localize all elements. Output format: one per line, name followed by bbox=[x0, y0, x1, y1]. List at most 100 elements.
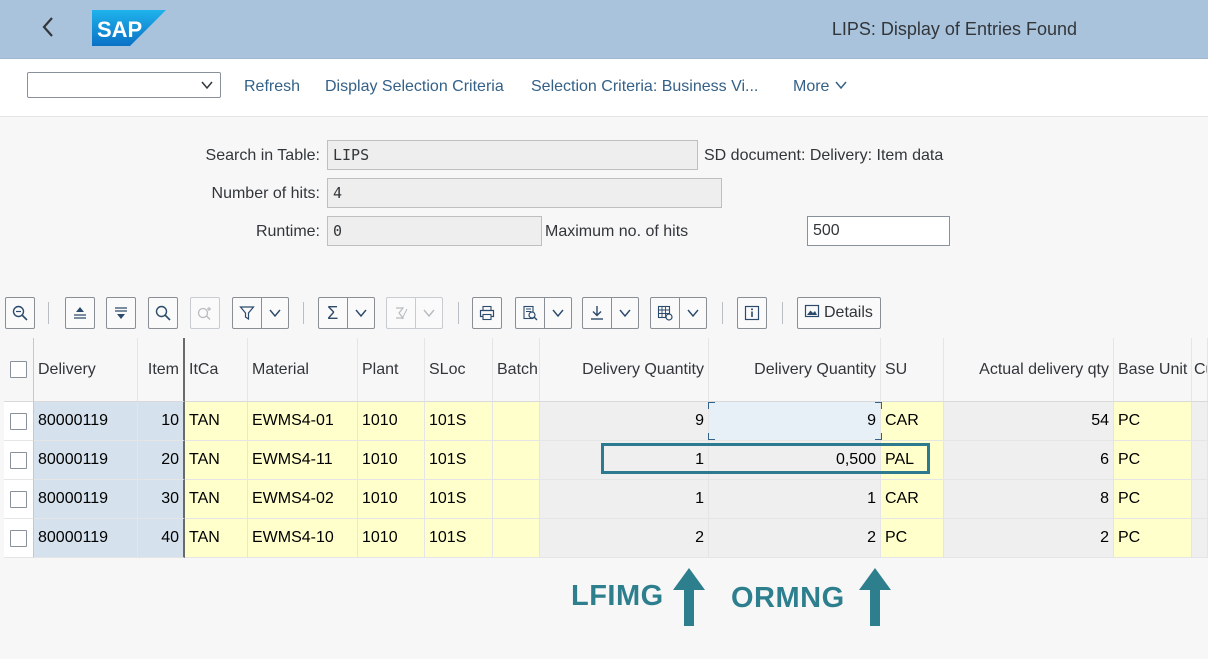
cell-dq1[interactable]: 9 bbox=[540, 402, 709, 441]
cell-dq1[interactable]: 2 bbox=[540, 519, 709, 558]
row-checkbox[interactable] bbox=[10, 451, 27, 469]
find-next-button[interactable] bbox=[190, 297, 220, 329]
cell-su[interactable]: PAL bbox=[881, 441, 944, 480]
row-checkbox[interactable] bbox=[10, 490, 27, 508]
hits-label: Number of hits: bbox=[211, 185, 320, 202]
details-button[interactable]: Details bbox=[797, 297, 881, 329]
col-batch[interactable]: Batch bbox=[493, 338, 540, 402]
cell-plant[interactable]: 1010 bbox=[358, 519, 425, 558]
max-hits-label: Maximum no. of hits bbox=[545, 223, 689, 240]
cell-base-unit[interactable]: PC bbox=[1114, 480, 1192, 519]
cell-actual[interactable]: 6 bbox=[944, 441, 1114, 480]
cell-material[interactable]: EWMS4-10 bbox=[248, 519, 358, 558]
max-hits-input[interactable]: 500 bbox=[807, 216, 950, 246]
cell-sloc[interactable]: 101S bbox=[425, 480, 493, 519]
cell-dq1[interactable]: 1 bbox=[540, 480, 709, 519]
table-row[interactable]: 80000119 30 TAN EWMS4-02 1010 101S 1 1 CAR 8 PC bbox=[4, 480, 1208, 519]
cell-itca[interactable]: TAN bbox=[185, 519, 248, 558]
cell-itca[interactable]: TAN bbox=[185, 402, 248, 441]
col-delivery-quantity-2[interactable]: Delivery Quantity bbox=[709, 338, 881, 402]
filter-button[interactable] bbox=[232, 297, 289, 329]
cell-plant[interactable]: 1010 bbox=[358, 480, 425, 519]
cell-sloc[interactable]: 101S bbox=[425, 441, 493, 480]
col-actual-delivery-qty[interactable]: Actual delivery qty bbox=[944, 338, 1114, 402]
cell-batch[interactable] bbox=[493, 480, 540, 519]
back-button[interactable] bbox=[34, 14, 62, 44]
cell-item[interactable]: 10 bbox=[138, 402, 185, 441]
print-preview-button[interactable] bbox=[515, 297, 572, 329]
select-all-checkbox[interactable] bbox=[10, 361, 27, 378]
col-su[interactable]: SU bbox=[881, 338, 944, 402]
cell-base-unit[interactable]: PC bbox=[1114, 441, 1192, 480]
cell-dq1[interactable]: 1 bbox=[540, 441, 709, 480]
cell-delivery[interactable]: 80000119 bbox=[34, 480, 138, 519]
col-material[interactable]: Material bbox=[248, 338, 358, 402]
print-button[interactable] bbox=[472, 297, 502, 329]
search-table-field[interactable]: LIPS bbox=[327, 140, 698, 170]
col-sloc[interactable]: SLoc bbox=[425, 338, 493, 402]
cell-itca[interactable]: TAN bbox=[185, 441, 248, 480]
cell-plant[interactable]: 1010 bbox=[358, 402, 425, 441]
cell-material[interactable]: EWMS4-01 bbox=[248, 402, 358, 441]
selection-criteria-business-button[interactable]: Selection Criteria: Business Vi... bbox=[531, 78, 758, 96]
variant-dropdown[interactable] bbox=[27, 72, 221, 98]
export-button[interactable] bbox=[582, 297, 639, 329]
cell-cu[interactable] bbox=[1192, 480, 1208, 519]
col-itca[interactable]: ItCa bbox=[185, 338, 248, 402]
row-select-cell bbox=[4, 519, 34, 558]
cell-delivery[interactable]: 80000119 bbox=[34, 441, 138, 480]
cell-cu[interactable] bbox=[1192, 519, 1208, 558]
cell-item[interactable]: 30 bbox=[138, 480, 185, 519]
col-delivery[interactable]: Delivery bbox=[34, 338, 138, 402]
cell-batch[interactable] bbox=[493, 402, 540, 441]
refresh-button[interactable]: Refresh bbox=[244, 78, 300, 96]
col-plant[interactable]: Plant bbox=[358, 338, 425, 402]
cell-dq2[interactable]: 2 bbox=[709, 519, 881, 558]
cell-batch[interactable] bbox=[493, 441, 540, 480]
cell-su[interactable]: CAR bbox=[881, 402, 944, 441]
row-checkbox[interactable] bbox=[10, 529, 27, 547]
cell-dq2[interactable]: 0,500 bbox=[709, 441, 881, 480]
find-button[interactable] bbox=[148, 297, 178, 329]
table-row[interactable]: 80000119 20 TAN EWMS4-11 1010 101S 1 0,500 PAL 6 P… bbox=[4, 441, 1208, 480]
cell-plant[interactable]: 1010 bbox=[358, 441, 425, 480]
cell-cu[interactable] bbox=[1192, 441, 1208, 480]
cell-actual[interactable]: 8 bbox=[944, 480, 1114, 519]
col-item[interactable]: Item bbox=[138, 338, 185, 402]
layout-settings-button[interactable] bbox=[650, 297, 707, 329]
info-button[interactable] bbox=[737, 297, 767, 329]
cell-dq2[interactable]: 9 bbox=[709, 402, 881, 441]
col-delivery-quantity-1[interactable]: Delivery Quantity bbox=[540, 338, 709, 402]
table-row[interactable]: 80000119 40 TAN EWMS4-10 1010 101S 2 2 PC 2 PC bbox=[4, 519, 1208, 558]
col-base-unit[interactable]: Base Unit bbox=[1114, 338, 1192, 402]
cell-item[interactable]: 40 bbox=[138, 519, 185, 558]
cell-delivery[interactable]: 80000119 bbox=[34, 519, 138, 558]
more-button[interactable]: More bbox=[793, 78, 848, 96]
cell-batch[interactable] bbox=[493, 519, 540, 558]
cell-cu[interactable] bbox=[1192, 402, 1208, 441]
zoom-button[interactable] bbox=[5, 297, 35, 329]
row-checkbox[interactable] bbox=[10, 412, 27, 430]
display-selection-criteria-button[interactable]: Display Selection Criteria bbox=[325, 78, 504, 96]
cell-base-unit[interactable]: PC bbox=[1114, 519, 1192, 558]
cell-material[interactable]: EWMS4-11 bbox=[248, 441, 358, 480]
filter-icon bbox=[233, 298, 261, 328]
cell-actual[interactable]: 54 bbox=[944, 402, 1114, 441]
cell-base-unit[interactable]: PC bbox=[1114, 402, 1192, 441]
cell-actual[interactable]: 2 bbox=[944, 519, 1114, 558]
cell-material[interactable]: EWMS4-02 bbox=[248, 480, 358, 519]
cell-dq2[interactable]: 1 bbox=[709, 480, 881, 519]
cell-sloc[interactable]: 101S bbox=[425, 519, 493, 558]
cell-su[interactable]: CAR bbox=[881, 480, 944, 519]
cell-item[interactable]: 20 bbox=[138, 441, 185, 480]
cell-su[interactable]: PC bbox=[881, 519, 944, 558]
sort-ascending-button[interactable] bbox=[65, 297, 95, 329]
cell-delivery[interactable]: 80000119 bbox=[34, 402, 138, 441]
sort-descending-button[interactable] bbox=[106, 297, 136, 329]
cell-sloc[interactable]: 101S bbox=[425, 402, 493, 441]
subtotal-button[interactable] bbox=[386, 297, 443, 329]
cell-itca[interactable]: TAN bbox=[185, 480, 248, 519]
table-row[interactable]: 80000119 10 TAN EWMS4-01 1010 101S 9 9 CAR 54 PC bbox=[4, 402, 1208, 441]
col-cu[interactable]: Cu bbox=[1192, 338, 1208, 402]
sum-button[interactable]: Σ bbox=[318, 297, 375, 329]
